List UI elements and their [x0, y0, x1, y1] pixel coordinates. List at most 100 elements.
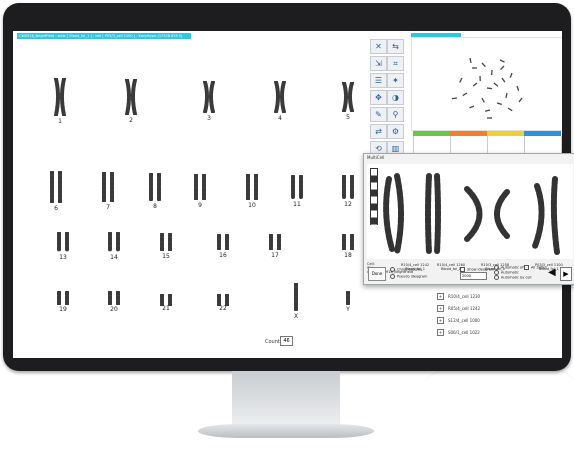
chromosome-label: 2: [129, 117, 133, 124]
expand-icon[interactable]: +: [437, 329, 444, 336]
chromosome-pair[interactable]: [157, 232, 175, 255]
chromosome-pair[interactable]: [146, 172, 164, 205]
tree-item[interactable]: + R05/4_cell 1242: [437, 305, 480, 312]
radio-icon[interactable]: [390, 267, 395, 272]
chromosome-pair[interactable]: [243, 173, 261, 204]
chromosome[interactable]: [342, 81, 348, 113]
chromosomes-option[interactable]: Chromosomes: [390, 267, 422, 272]
chromosome-label: 19: [59, 306, 67, 313]
multicell-chromosome[interactable]: [550, 176, 560, 255]
chromosome-label: X: [293, 313, 299, 320]
chromosome-pair[interactable]: [339, 81, 357, 116]
cell-tree: Bar +R10/4_cell 1230 +R05/4_cell 1242 +S…: [415, 277, 562, 358]
chromosome-label: 15: [162, 253, 170, 260]
multicell-chromosome[interactable]: [494, 189, 510, 239]
chromosome-pair[interactable]: [51, 77, 69, 120]
karyotype-icon[interactable]: ☰: [370, 73, 387, 88]
chromosome-label: 13: [59, 254, 67, 261]
chromosome-pair[interactable]: [191, 173, 209, 204]
magnify-icon[interactable]: ⚲: [387, 107, 404, 122]
chromosome[interactable]: [54, 77, 60, 117]
multicell-chromosome[interactable]: [425, 173, 432, 255]
count-field[interactable]: 46: [280, 336, 293, 346]
chromosome-label: 14: [110, 254, 118, 261]
pseudo-ideogram-option[interactable]: Pseudo ideogram: [390, 274, 427, 279]
chromosome[interactable]: [60, 77, 66, 117]
contrast-icon[interactable]: ◑: [387, 90, 404, 105]
chromosome-pair[interactable]: [54, 231, 72, 256]
monitor-stand-base: [198, 424, 374, 438]
tree-item[interactable]: + S12/4_cell 1000: [437, 317, 480, 324]
pan-icon[interactable]: ✥: [370, 90, 387, 105]
multicell-chromosome[interactable]: [434, 173, 441, 255]
resize-icon[interactable]: ⇲: [370, 56, 387, 71]
tree-item[interactable]: + R10/4_cell 1230: [437, 293, 480, 300]
metaphase-chromosome: [485, 109, 491, 112]
chromosome-label: 6: [54, 205, 58, 212]
automatic-by-cell-option[interactable]: Automatic by cell: [494, 275, 532, 280]
pin-icon[interactable]: ✦: [387, 73, 404, 88]
karyogram-panel: 1 2 3 4 5 6 7 8 9 10 11 12 13 14 15 16 17 18 19 20 21 22 X Y: [13, 41, 368, 358]
checkbox-icon[interactable]: [524, 265, 529, 270]
chromosome-pair[interactable]: [122, 78, 140, 119]
all-slides-checkbox[interactable]: All Slides: [524, 265, 547, 270]
window-title: CW0918_BrightField : slide [ Blood_fol_1…: [17, 33, 191, 39]
chromosome-pair[interactable]: [287, 282, 305, 315]
chromosome-pair[interactable]: [99, 171, 117, 206]
chromosome-pair[interactable]: [105, 231, 123, 256]
expand-icon[interactable]: +: [437, 293, 444, 300]
chromosome[interactable]: [280, 80, 286, 114]
multicell-chromosome[interactable]: [464, 186, 483, 242]
tree-item[interactable]: + S06/1_cell 1022: [437, 329, 480, 336]
chromosome-pair[interactable]: [288, 174, 306, 203]
chromosome[interactable]: [131, 78, 137, 116]
chromosome-pair[interactable]: [214, 233, 232, 254]
metaphase-chromosome: [462, 92, 468, 97]
done-button[interactable]: Done: [368, 267, 386, 281]
chromosome-label: Y: [346, 306, 350, 313]
chromosome-pair[interactable]: [339, 233, 357, 254]
expand-icon[interactable]: +: [437, 317, 444, 324]
metaphase-spread: [451, 57, 523, 119]
count-label: Count: [265, 339, 280, 345]
chromosome-pair[interactable]: [339, 174, 357, 203]
chromosome[interactable]: [274, 80, 280, 114]
metaphase-chromosome: [472, 82, 478, 87]
chromosome-pair[interactable]: [266, 233, 284, 254]
chromosome[interactable]: [209, 80, 215, 114]
settings-icon[interactable]: ⚙: [387, 124, 404, 139]
chromosome[interactable]: [125, 78, 131, 116]
multicell-chromosome-panel: Cell: Slide: Case: CW0918_BrightField R1…: [367, 164, 573, 274]
metaphase-chromosome: [469, 105, 475, 109]
flip-horizontal-icon[interactable]: ⇆: [387, 39, 404, 54]
chromosome-pair[interactable]: [271, 80, 289, 117]
multicell-chromosome[interactable]: [532, 183, 545, 249]
split-icon[interactable]: ⌗: [387, 56, 404, 71]
chromosome[interactable]: [203, 80, 209, 114]
metaphase-chromosome: [518, 97, 523, 103]
multicell-chromosome[interactable]: [383, 176, 395, 252]
metaphase-chromosome: [481, 62, 486, 68]
metaphase-chromosome: [501, 77, 506, 83]
resolution-select[interactable]: 2000: [460, 272, 487, 280]
metaphase-chromosome: [516, 85, 520, 91]
previous-cell-icon[interactable]: ◀: [548, 267, 556, 278]
metaphase-view[interactable]: [411, 37, 562, 131]
multicell-chromosome[interactable]: [394, 173, 404, 255]
chromosome-label: 10: [248, 202, 256, 209]
chromosome-label: 5: [346, 114, 350, 121]
chromosome-pair[interactable]: [47, 170, 65, 207]
annotate-icon[interactable]: ✎: [370, 107, 387, 122]
compare-icon[interactable]: ⇄: [370, 124, 387, 139]
chromosome[interactable]: [348, 81, 354, 113]
chromosome-pair[interactable]: [200, 80, 218, 117]
chromosome-label: 21: [162, 305, 170, 312]
chromosome-label: 8: [153, 203, 157, 210]
radio-icon[interactable]: [494, 275, 499, 280]
chromosome-label: 12: [344, 201, 352, 208]
expand-icon[interactable]: +: [437, 305, 444, 312]
metaphase-chromosome: [481, 97, 485, 103]
next-cell-icon[interactable]: ▶: [560, 267, 572, 281]
close-x-icon[interactable]: ✕: [370, 39, 387, 54]
radio-icon[interactable]: [390, 274, 395, 279]
